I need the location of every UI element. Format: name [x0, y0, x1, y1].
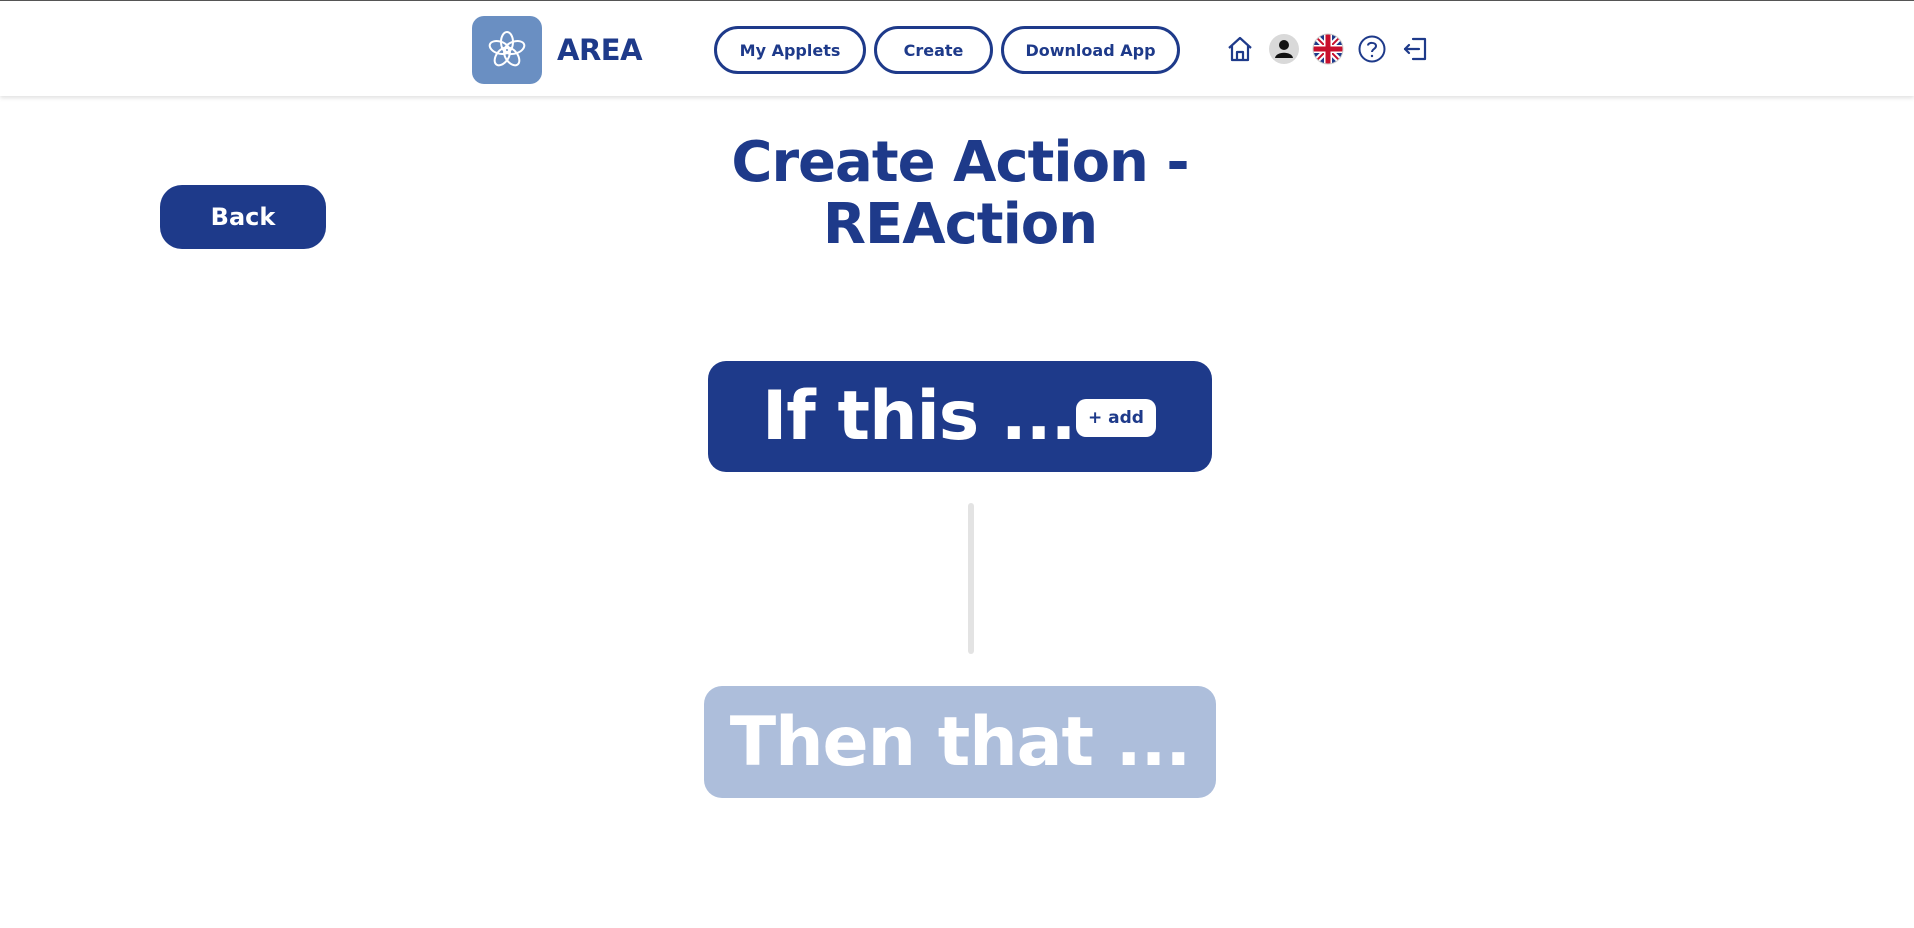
- nav-download-app-button[interactable]: Download App: [1001, 26, 1180, 74]
- top-navbar: AREA My Applets Create Download App: [0, 0, 1914, 96]
- page-title-line2: REAction: [822, 192, 1098, 257]
- page-title-line1: Create Action -: [731, 130, 1189, 195]
- add-trigger-button[interactable]: + add: [1076, 399, 1156, 437]
- nav-create-button[interactable]: Create: [874, 26, 993, 74]
- trigger-card: If this ... + add: [708, 361, 1212, 472]
- trigger-label: If this ...: [762, 377, 1076, 456]
- reaction-card: Then that ...: [704, 686, 1216, 798]
- connector-line: [968, 503, 974, 654]
- back-button[interactable]: Back: [160, 185, 326, 249]
- uk-flag-icon[interactable]: [1312, 33, 1344, 65]
- user-avatar-icon[interactable]: [1268, 33, 1300, 65]
- flower-logo-icon: [488, 31, 526, 67]
- nav-my-applets-button[interactable]: My Applets: [714, 26, 866, 74]
- logo[interactable]: [472, 16, 542, 84]
- brand-name: AREA: [557, 33, 643, 67]
- logout-icon[interactable]: [1400, 33, 1432, 65]
- page-title: Create Action - REAction: [660, 132, 1260, 256]
- help-icon[interactable]: [1356, 33, 1388, 65]
- home-icon[interactable]: [1224, 33, 1256, 65]
- reaction-label: Then that ...: [729, 702, 1191, 782]
